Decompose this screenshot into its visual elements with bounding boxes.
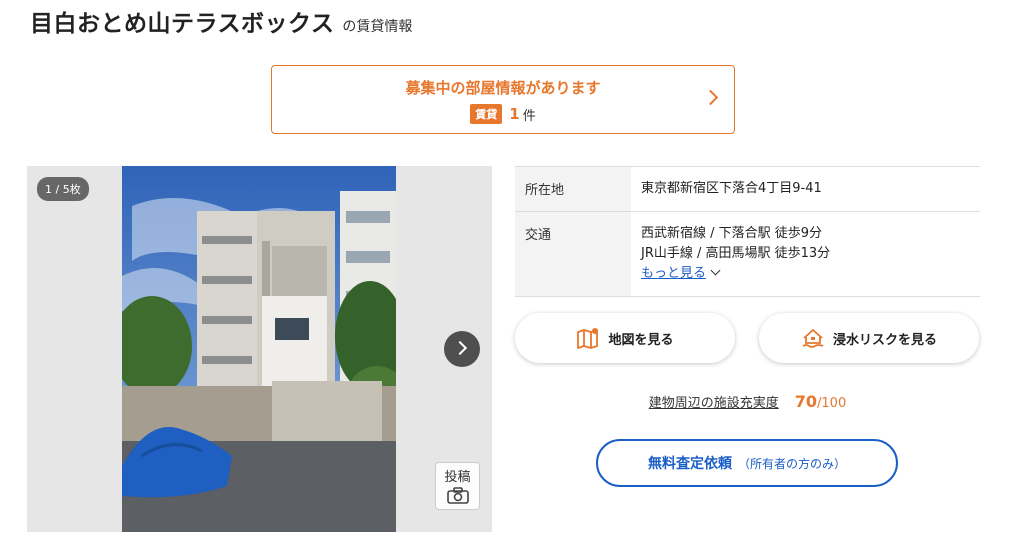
- address-label: 所在地: [515, 167, 631, 211]
- post-label: 投稿: [444, 470, 471, 485]
- address-value: 東京都新宿区下落合4丁目9-41: [641, 181, 822, 196]
- flood-risk-button[interactable]: 浸水リスクを見る: [759, 313, 979, 363]
- post-photo-button[interactable]: 投稿: [435, 462, 480, 510]
- next-photo-button[interactable]: [444, 331, 480, 367]
- page-title-row: 目白おとめ山テラスボックス の賃貸情報: [30, 4, 412, 38]
- transport-line: JR山手線 / 高田馬場駅 徒歩13分: [641, 246, 831, 261]
- transport-value: 西武新宿線 / 下落合駅 徒歩9分 JR山手線 / 高田馬場駅 徒歩13分 もっ…: [631, 212, 980, 296]
- more-transport-link[interactable]: もっと見る: [641, 266, 706, 281]
- transport-line: 西武新宿線 / 下落合駅 徒歩9分: [641, 226, 823, 241]
- facility-score-label[interactable]: 建物周辺の施設充実度: [649, 392, 779, 411]
- vacancy-heading: 募集中の部屋情報があります: [405, 79, 601, 97]
- address-row: 所在地 東京都新宿区下落合4丁目9-41: [515, 167, 980, 212]
- facility-score: 建物周辺の施設充実度 70 /100: [515, 392, 980, 411]
- transport-row: 交通 西武新宿線 / 下落合駅 徒歩9分 JR山手線 / 高田馬場駅 徒歩13分…: [515, 212, 980, 297]
- vacancy-count: 1: [509, 105, 520, 123]
- vacancy-banner-button[interactable]: 募集中の部屋情報があります 賃貸 1 件: [271, 65, 735, 134]
- vacancy-count-row: 賃貸 1 件: [272, 104, 734, 124]
- camera-icon: [446, 487, 469, 504]
- property-info-table: 所在地 東京都新宿区下落合4丁目9-41 交通 西武新宿線 / 下落合駅 徒歩9…: [515, 166, 980, 297]
- photo-gallery[interactable]: 1 / 5枚 投稿: [27, 166, 492, 532]
- owners-only-note: （所有者の方のみ）: [737, 456, 846, 471]
- building-photo: [122, 166, 396, 532]
- chevron-down-icon: [710, 265, 721, 276]
- photo-counter: 1 / 5枚: [37, 177, 89, 201]
- facility-score-value: 70: [794, 392, 818, 411]
- free-assessment-button[interactable]: 無料査定依頼 （所有者の方のみ）: [596, 439, 898, 487]
- vacancy-count-unit: 件: [522, 108, 536, 124]
- flood-risk-label: 浸水リスクを見る: [832, 332, 937, 348]
- map-icon: [577, 328, 599, 349]
- rental-badge: 賃貸: [470, 104, 503, 124]
- view-map-button[interactable]: 地図を見る: [515, 313, 735, 363]
- free-assessment-label: 無料査定依頼: [647, 456, 732, 472]
- facility-score-max: /100: [817, 396, 847, 411]
- view-map-label: 地図を見る: [608, 332, 674, 348]
- flood-house-icon: [802, 329, 824, 348]
- page-title: 目白おとめ山テラスボックス: [30, 11, 335, 37]
- page-title-suffix: の賃貸情報: [342, 19, 413, 35]
- transport-label: 交通: [515, 212, 631, 296]
